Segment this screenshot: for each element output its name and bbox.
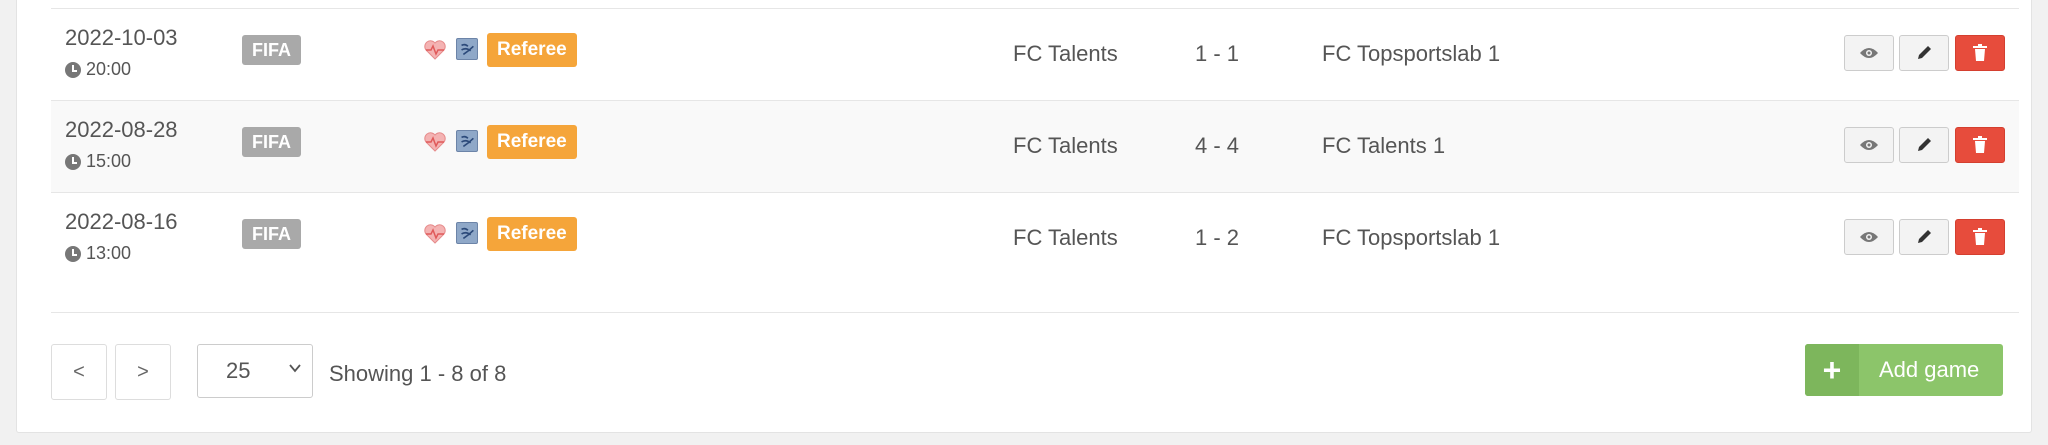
- per-page-select[interactable]: 25: [197, 344, 313, 398]
- game-score: 1 - 1: [1195, 41, 1240, 66]
- competition-badge: FIFA: [242, 127, 301, 157]
- table-row: 2022-08-16 13:00 FIFA Referee FC Talents…: [51, 193, 2019, 285]
- game-time: 20:00: [65, 59, 131, 80]
- game-score: 1 - 2: [1195, 225, 1240, 250]
- pencil-icon: [1918, 230, 1931, 243]
- referee-badge: Referee: [487, 217, 577, 251]
- add-game-button[interactable]: + Add game: [1805, 344, 2003, 396]
- view-button[interactable]: [1844, 219, 1894, 255]
- clock-icon: [65, 153, 81, 170]
- trash-icon: [1973, 228, 1987, 245]
- signal-icon: [456, 38, 478, 60]
- delete-button[interactable]: [1955, 219, 2005, 255]
- game-time-label: 20:00: [86, 59, 132, 79]
- game-time-label: 15:00: [86, 151, 132, 171]
- heart-rate-icon: [424, 224, 446, 244]
- home-team: FC Talents: [1013, 225, 1118, 250]
- game-date: 2022-08-28: [65, 117, 178, 142]
- trash-icon: [1973, 44, 1987, 61]
- game-score: 4 - 4: [1195, 133, 1240, 158]
- next-page-button[interactable]: >: [115, 344, 171, 400]
- game-time: 13:00: [65, 243, 131, 264]
- heart-rate-icon: [424, 40, 446, 60]
- home-team: FC Talents: [1013, 41, 1118, 66]
- games-panel: 2022-10-03 20:00 FIFA Referee FC Talents…: [16, 0, 2032, 433]
- view-button[interactable]: [1844, 35, 1894, 71]
- games-table: 2022-10-03 20:00 FIFA Referee FC Talents…: [51, 8, 2019, 285]
- add-game-label: Add game: [1879, 357, 1980, 382]
- trash-icon: [1973, 136, 1987, 153]
- footer-divider: [51, 312, 2019, 313]
- pencil-icon: [1918, 138, 1931, 151]
- table-row: 2022-10-03 20:00 FIFA Referee FC Talents…: [51, 9, 2019, 101]
- prev-page-button[interactable]: <: [51, 344, 107, 400]
- plus-icon: +: [1805, 344, 1859, 396]
- eye-icon: [1860, 232, 1878, 242]
- signal-icon: [456, 222, 478, 244]
- chevron-down-icon: [289, 364, 301, 373]
- delete-button[interactable]: [1955, 35, 2005, 71]
- away-team: FC Topsportslab 1: [1322, 225, 1501, 250]
- home-team: FC Talents: [1013, 133, 1118, 158]
- eye-icon: [1860, 48, 1878, 58]
- heart-rate-icon: [424, 132, 446, 152]
- delete-button[interactable]: [1955, 127, 2005, 163]
- signal-icon: [456, 130, 478, 152]
- pagination-summary: Showing 1 - 8 of 8: [329, 361, 507, 386]
- away-team: FC Topsportslab 1: [1322, 41, 1501, 66]
- clock-icon: [65, 61, 81, 78]
- edit-button[interactable]: [1899, 219, 1949, 255]
- clock-icon: [65, 245, 81, 262]
- competition-badge: FIFA: [242, 35, 301, 65]
- table-row: 2022-08-28 15:00 FIFA Referee FC Talents…: [51, 101, 2019, 193]
- game-date: 2022-08-16: [65, 209, 178, 234]
- edit-button[interactable]: [1899, 35, 1949, 71]
- game-time: 15:00: [65, 151, 131, 172]
- referee-badge: Referee: [487, 125, 577, 159]
- eye-icon: [1860, 140, 1878, 150]
- away-team: FC Talents 1: [1322, 133, 1446, 158]
- game-time-label: 13:00: [86, 243, 132, 263]
- per-page-value: 25: [226, 358, 251, 383]
- view-button[interactable]: [1844, 127, 1894, 163]
- competition-badge: FIFA: [242, 219, 301, 249]
- pencil-icon: [1918, 46, 1931, 59]
- edit-button[interactable]: [1899, 127, 1949, 163]
- referee-badge: Referee: [487, 33, 577, 67]
- game-date: 2022-10-03: [65, 25, 178, 50]
